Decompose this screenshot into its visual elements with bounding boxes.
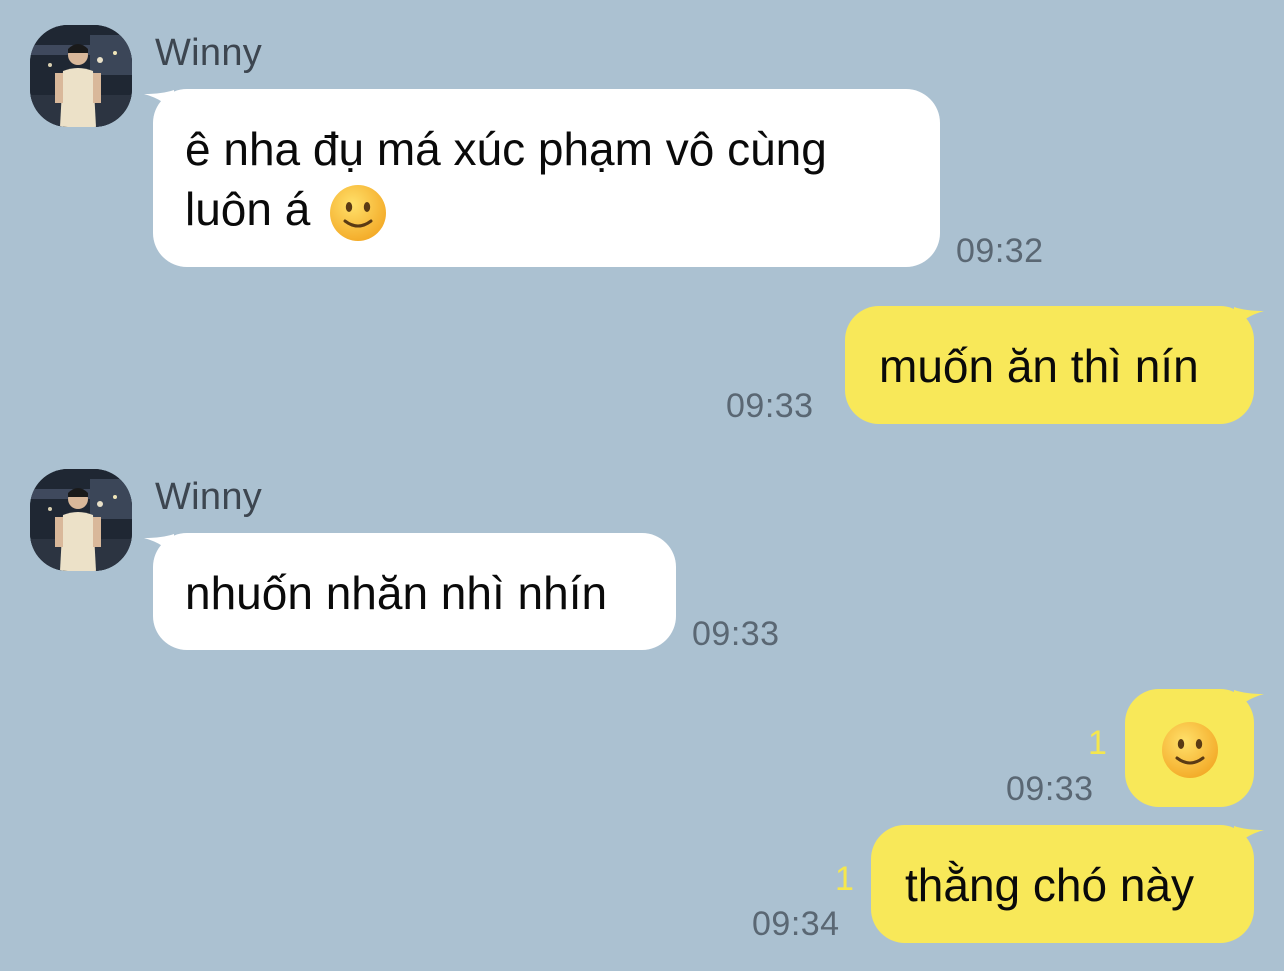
incoming-message-bubble[interactable]: ê nha đụ má xúc phạm vô cùng luôn á xyxy=(153,89,940,267)
message-timestamp: 09:33 xyxy=(726,387,814,425)
bubble-tail xyxy=(1234,307,1264,331)
message-timestamp: 09:33 xyxy=(1006,770,1094,808)
incoming-message-bubble[interactable]: nhuốn nhăn nhì nhín xyxy=(153,533,676,650)
message-timestamp: 09:32 xyxy=(956,232,1044,270)
unread-count: 1 xyxy=(835,860,854,898)
message-text: nhuốn nhăn nhì nhín xyxy=(185,567,608,619)
bubble-tail xyxy=(1234,826,1264,850)
message-text: ê nha đụ má xúc phạm vô cùng xyxy=(185,123,827,175)
message-text-line2: luôn á xyxy=(185,179,908,242)
sender-avatar[interactable] xyxy=(30,469,132,571)
bubble-tail xyxy=(1234,690,1264,714)
message-timestamp: 09:33 xyxy=(692,615,780,653)
message-timestamp: 09:34 xyxy=(752,905,840,943)
message-text: muốn ăn thì nín xyxy=(879,340,1199,392)
slightly-smiling-face-icon xyxy=(329,184,387,242)
slightly-smiling-face-icon xyxy=(1161,721,1219,779)
unread-count: 1 xyxy=(1088,724,1107,762)
outgoing-message-bubble[interactable]: muốn ăn thì nín xyxy=(845,306,1254,424)
sender-name: Winny xyxy=(155,32,263,74)
sender-name: Winny xyxy=(155,476,263,518)
message-text: thằng chó này xyxy=(905,859,1195,911)
sender-avatar[interactable] xyxy=(30,25,132,127)
outgoing-message-bubble[interactable]: thằng chó này xyxy=(871,825,1254,943)
